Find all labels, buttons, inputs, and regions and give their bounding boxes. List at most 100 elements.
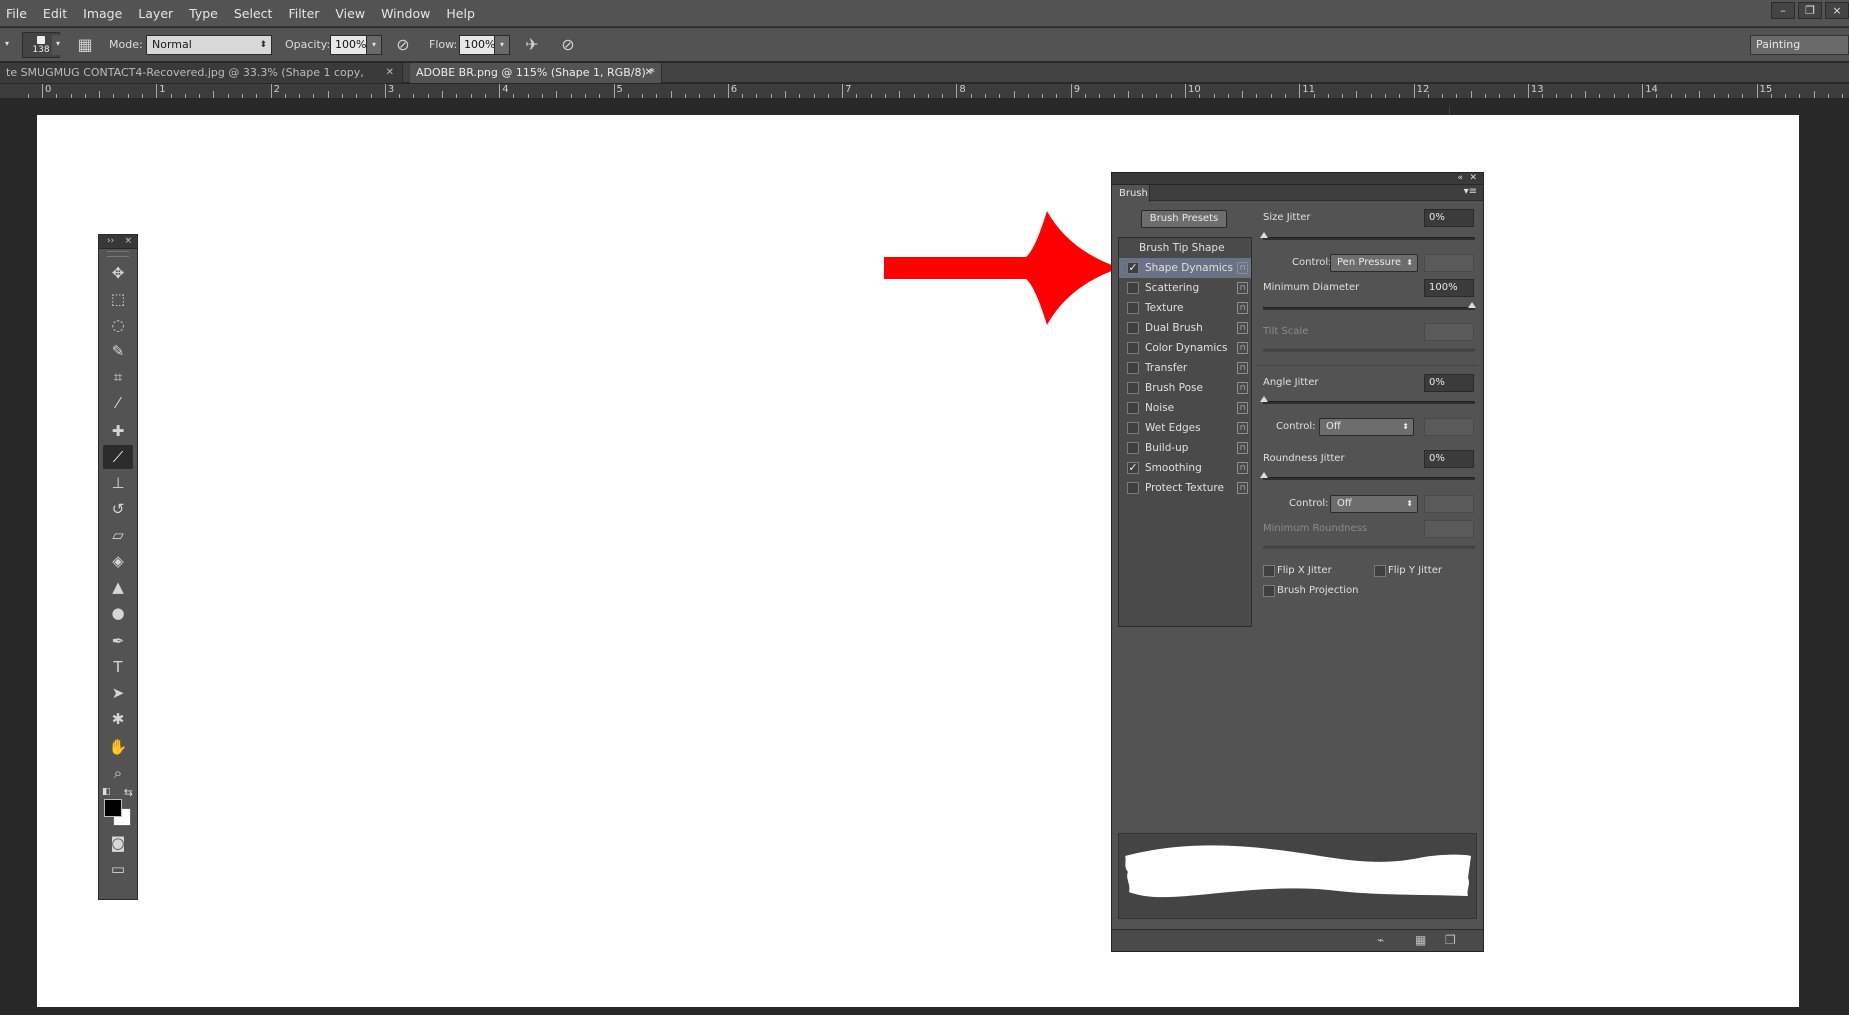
tool-preset-picker[interactable]: ▾ — [0, 35, 14, 55]
angle-jitter-slider[interactable] — [1260, 396, 1475, 404]
marquee-tool[interactable]: ⬚ — [103, 287, 133, 311]
path-selection-tool[interactable]: ➤ — [103, 681, 133, 705]
blur-tool[interactable]: ▲ — [103, 575, 133, 599]
pen-tool[interactable]: ✒ — [103, 629, 133, 653]
menu-help[interactable]: Help — [438, 0, 483, 27]
history-brush-tool[interactable]: ↺ — [103, 497, 133, 521]
paint-bucket-tool[interactable]: ◈ — [103, 549, 133, 573]
flow-dropdown-icon[interactable]: ▾ — [494, 35, 510, 55]
lock-icon[interactable]: ⊓ — [1237, 302, 1248, 314]
close-icon[interactable]: ✕ — [1469, 173, 1477, 184]
default-colors-icon[interactable]: ◧ — [102, 787, 111, 797]
setting-checkbox[interactable] — [1127, 302, 1139, 314]
close-icon[interactable]: × — [124, 235, 132, 248]
eyedropper-tool[interactable]: ⁄ — [103, 391, 133, 415]
brush-setting-protect-texture[interactable]: Protect Texture ⊓ — [1119, 478, 1251, 498]
brush-tool[interactable]: ⟋ — [103, 445, 133, 469]
lock-icon[interactable]: ⊓ — [1237, 262, 1248, 274]
brush-setting-color-dynamics[interactable]: Color Dynamics ⊓ — [1119, 338, 1251, 358]
horizontal-ruler[interactable]: 012345678910111213141516 — [0, 84, 1849, 99]
minimum-diameter-slider[interactable] — [1263, 302, 1476, 310]
close-icon[interactable]: ✕ — [386, 63, 394, 83]
menu-filter[interactable]: Filter — [280, 0, 327, 27]
angle-jitter-field[interactable]: 0% — [1424, 374, 1474, 392]
setting-checkbox[interactable] — [1127, 422, 1139, 434]
mode-select[interactable]: Normal ⬍ — [146, 35, 272, 55]
swap-colors-icon[interactable]: ⇆ — [124, 786, 133, 799]
brush-editor-icon[interactable]: ▦ — [1415, 933, 1426, 947]
brush-setting-dual-brush[interactable]: Dual Brush ⊓ — [1119, 318, 1251, 338]
setting-checkbox[interactable] — [1127, 342, 1139, 354]
opacity-field[interactable]: 100% — [330, 35, 368, 55]
pressure-opacity-icon[interactable]: ⊘ — [392, 34, 414, 56]
pressure-size-icon[interactable]: ⊘ — [557, 34, 579, 56]
dodge-tool[interactable]: ● — [103, 601, 133, 625]
size-control-select[interactable]: Pen Pressure ⬍ — [1330, 254, 1418, 272]
lock-icon[interactable]: ⊓ — [1237, 342, 1248, 354]
lock-icon[interactable]: ⊓ — [1237, 482, 1248, 494]
lock-icon[interactable]: ⊓ — [1237, 422, 1248, 434]
quick-mask-icon[interactable]: ◙ — [103, 831, 133, 855]
tab-adobe-br[interactable]: ADOBE BR.png @ 115% (Shape 1, RGB/8) * ✕ — [410, 63, 662, 83]
tab-brush[interactable]: Brush — [1112, 185, 1150, 202]
menu-type[interactable]: Type — [181, 0, 226, 27]
brush-presets-button[interactable]: Brush Presets — [1141, 210, 1227, 228]
lock-icon[interactable]: ⊓ — [1237, 462, 1248, 474]
brush-setting-smoothing[interactable]: ✓ Smoothing ⊓ — [1119, 458, 1251, 478]
type-tool[interactable]: T — [103, 655, 133, 679]
minimum-diameter-field[interactable]: 100% — [1424, 279, 1474, 297]
brush-setting-shape-dynamics[interactable]: ✓ Shape Dynamics ⊓ — [1119, 258, 1251, 278]
minimize-button[interactable]: – — [1771, 2, 1795, 19]
lock-icon[interactable]: ⊓ — [1237, 282, 1248, 294]
menu-window[interactable]: Window — [373, 0, 438, 27]
menu-file[interactable]: File — [0, 0, 35, 27]
brush-panel-titlebar[interactable]: « ✕ — [1112, 173, 1483, 185]
healing-brush-tool[interactable]: ✚ — [103, 419, 133, 443]
clone-stamp-tool[interactable]: ⊥ — [103, 471, 133, 495]
tab-smugmug-contact[interactable]: te SMUGMUG CONTACT4-Recovered.jpg @ 33.3… — [0, 63, 403, 99]
menu-layer[interactable]: Layer — [130, 0, 181, 27]
screen-mode-icon[interactable]: ▭ — [103, 857, 133, 881]
close-window-button[interactable]: × — [1825, 2, 1849, 19]
menu-select[interactable]: Select — [226, 0, 281, 27]
lock-icon[interactable]: ⊓ — [1237, 442, 1248, 454]
brush-setting-build-up[interactable]: Build-up ⊓ — [1119, 438, 1251, 458]
roundness-control-select[interactable]: Off ⬍ — [1330, 495, 1418, 513]
panel-menu-icon[interactable]: ▾≡ — [1464, 186, 1477, 197]
brush-projection-checkbox[interactable] — [1263, 585, 1275, 597]
brush-panel-toggle-icon[interactable]: ▦ — [74, 34, 96, 56]
tools-panel-header[interactable]: ›› × — [99, 235, 137, 249]
flow-field[interactable]: 100% — [459, 35, 495, 55]
setting-checkbox[interactable] — [1127, 382, 1139, 394]
slider-thumb[interactable] — [1260, 472, 1268, 478]
lock-icon[interactable]: ⊓ — [1237, 382, 1248, 394]
lock-icon[interactable]: ⊓ — [1237, 322, 1248, 334]
brush-setting-brush-pose[interactable]: Brush Pose ⊓ — [1119, 378, 1251, 398]
zoom-tool[interactable]: ⌕ — [103, 761, 133, 785]
slider-thumb[interactable] — [1468, 302, 1476, 308]
setting-checkbox[interactable] — [1127, 282, 1139, 294]
flip-x-jitter-checkbox[interactable] — [1263, 565, 1275, 577]
setting-checkbox[interactable]: ✓ — [1127, 262, 1139, 274]
brush-preset-dropdown-icon[interactable]: ▾ — [52, 35, 64, 55]
setting-checkbox[interactable] — [1127, 322, 1139, 334]
brush-setting-wet-edges[interactable]: Wet Edges ⊓ — [1119, 418, 1251, 438]
angle-control-select[interactable]: Off ⬍ — [1319, 418, 1414, 436]
custom-shape-tool[interactable]: ✱ — [103, 707, 133, 731]
collapse-icon[interactable]: « — [1457, 173, 1463, 184]
lasso-tool[interactable]: ◌ — [103, 313, 133, 337]
hand-tool[interactable]: ✋ — [103, 735, 133, 759]
lock-icon[interactable]: ⊓ — [1237, 402, 1248, 414]
airbrush-icon[interactable]: ✈ — [521, 34, 543, 56]
setting-checkbox[interactable] — [1127, 362, 1139, 374]
close-icon[interactable]: ✕ — [645, 63, 653, 83]
size-jitter-slider[interactable] — [1260, 232, 1475, 240]
move-tool[interactable]: ✥ — [103, 261, 133, 285]
collapse-icon[interactable]: ›› — [107, 235, 114, 248]
brush-setting-noise[interactable]: Noise ⊓ — [1119, 398, 1251, 418]
menu-image[interactable]: Image — [75, 0, 130, 27]
lock-icon[interactable]: ⊓ — [1237, 362, 1248, 374]
brush-setting-scattering[interactable]: Scattering ⊓ — [1119, 278, 1251, 298]
brush-tip-shape-item[interactable]: Brush Tip Shape — [1119, 238, 1251, 258]
restore-button[interactable]: ❐ — [1798, 2, 1822, 19]
